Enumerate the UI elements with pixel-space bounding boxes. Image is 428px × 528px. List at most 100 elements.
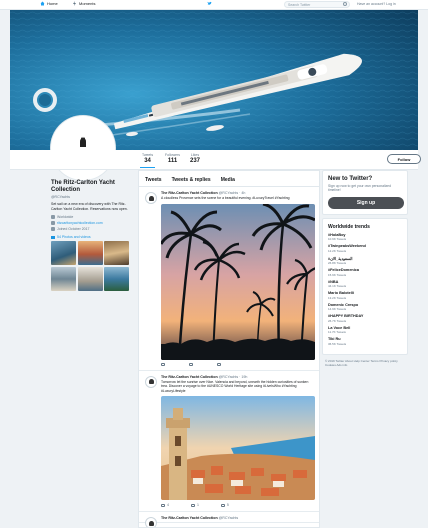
- reply-count: 4: [167, 503, 169, 507]
- stat-value: 111: [167, 158, 178, 164]
- reply-button[interactable]: 4: [161, 503, 169, 507]
- tweet-item[interactable]: The Ritz-Carlton Yacht Collection @RCYac…: [139, 512, 319, 527]
- signup-subtitle: Sign up now to get your own personalized…: [328, 184, 391, 193]
- signup-card: New to Twitter? Sign up now to get your …: [322, 170, 408, 215]
- right-sidebar: New to Twitter? Sign up now to get your …: [322, 170, 408, 367]
- tweet-time[interactable]: · 19h: [239, 375, 247, 379]
- stat-value: 34: [144, 158, 151, 164]
- tweet-actions: 4 1 5: [161, 500, 313, 509]
- stat-likes[interactable]: Likes 237: [190, 153, 200, 164]
- tweet-author-handle[interactable]: @RCYachts: [219, 516, 239, 520]
- link-icon: [51, 221, 55, 225]
- footer-links[interactable]: © 2019 Twitter About Help Center Terms P…: [322, 359, 408, 367]
- trend-tag: #السعودية_الان: [328, 256, 353, 261]
- bird-icon: [207, 1, 212, 5]
- profile-avatar[interactable]: THE RITZ-CARLTON YACHT COLLECTION: [51, 116, 115, 180]
- retweet-button[interactable]: [189, 362, 195, 366]
- trend-tag: Mario Balotelli: [328, 291, 354, 296]
- tweet-author-handle[interactable]: @RCYachts: [219, 191, 239, 195]
- trend-tag: Domenic Crespo: [328, 302, 359, 307]
- signup-title: New to Twitter?: [328, 176, 373, 182]
- trend-item[interactable]: #NBA 44.1K Tweets: [328, 280, 402, 289]
- calendar-icon: [51, 227, 55, 231]
- profile-bio: Set sail on a new era of discovery with …: [51, 202, 128, 211]
- profile-name[interactable]: The Ritz-Carlton Yacht Collection: [51, 180, 133, 194]
- trend-item[interactable]: Tiki Ru 36.5K Tweets: [328, 337, 402, 346]
- tweet-avatar[interactable]: [145, 192, 157, 204]
- tweet-avatar[interactable]: [145, 517, 157, 527]
- media-grid: [51, 241, 133, 291]
- heart-icon: [217, 362, 221, 366]
- lion-crest-icon: [148, 379, 154, 384]
- trends-title: Worldwide trends: [328, 223, 370, 230]
- lightning-icon: [73, 1, 76, 6]
- trend-count: 11.7K Tweets: [328, 330, 346, 335]
- top-navigation: Home Moments Search Twitter Have an acco…: [0, 0, 428, 10]
- trend-item[interactable]: #FeliceDomenica 15.9K Tweets: [328, 268, 402, 277]
- stat-label: Followers: [165, 153, 180, 157]
- trend-item[interactable]: Domenic Crespo 14.9K Tweets: [328, 303, 402, 312]
- trend-tag: Tiki Ru: [328, 337, 341, 342]
- media-thumb[interactable]: [104, 266, 129, 291]
- tweet-text: Tomorrow let the sunrise over Nice. Vale…: [161, 379, 309, 393]
- search-icon[interactable]: [343, 2, 347, 6]
- tweet-author-name[interactable]: The Ritz-Carlton Yacht Collection: [161, 516, 218, 520]
- retweet-count: 1: [196, 503, 199, 507]
- tab-media[interactable]: Media: [221, 177, 235, 183]
- media-thumb[interactable]: [51, 266, 76, 291]
- tweet-avatar[interactable]: [145, 375, 157, 388]
- tab-tweets-replies[interactable]: Tweets & replies: [172, 177, 211, 183]
- tweet-author-name[interactable]: The Ritz-Carlton Yacht Collection: [161, 191, 218, 195]
- photos-videos-link[interactable]: 54 Photos and videos: [51, 235, 133, 239]
- trend-tag: #HAPPY BIRTHDAY: [328, 314, 364, 319]
- reply-icon: [161, 362, 165, 366]
- media-thumb[interactable]: [104, 241, 129, 265]
- stat-tweets[interactable]: Tweets 34: [139, 153, 156, 168]
- tweet-photo-palm-sunset[interactable]: [161, 203, 315, 360]
- tweet-photo-coastal-town[interactable]: [161, 396, 315, 500]
- twitter-logo[interactable]: [207, 1, 212, 6]
- trend-item[interactable]: #HolaBoy 10.9K Tweets: [328, 233, 402, 242]
- nav-moments-label: Moments: [79, 1, 96, 6]
- tweet-item[interactable]: The Ritz-Carlton Yacht Collection @RCYac…: [139, 371, 319, 512]
- like-button[interactable]: 5: [220, 503, 229, 507]
- trend-tag: #TwinpeaksWeekend: [328, 244, 366, 249]
- signup-button[interactable]: Sign up: [328, 196, 404, 209]
- tweet-author-handle[interactable]: @RCYachts: [219, 375, 239, 379]
- media-thumb[interactable]: [77, 241, 103, 265]
- tweet-timeline: Tweets Tweets & replies Media The Ritz-C…: [138, 170, 320, 528]
- login-link[interactable]: Have an account? Log in: [357, 2, 396, 6]
- profile-card: The Ritz-Carlton Yacht Collection @RCYac…: [51, 180, 133, 291]
- profile-meta: Worldwide ritzcarltonyachtcollection.com…: [51, 214, 133, 232]
- tweet-author-name[interactable]: The Ritz-Carlton Yacht Collection: [161, 375, 218, 379]
- profile-joined: Joined October 2017: [51, 226, 133, 232]
- home-icon: [40, 1, 45, 6]
- trend-item[interactable]: Mario Balotelli 13.2K Tweets: [328, 291, 402, 300]
- trend-item[interactable]: #HAPPY BIRTHDAY 26.7K Tweets: [328, 314, 402, 323]
- trend-item[interactable]: La Voce Bell 11.7K Tweets: [328, 326, 402, 335]
- location-icon: [51, 215, 55, 219]
- trend-count: 44.1K Tweets: [328, 284, 347, 289]
- like-count: 5: [226, 503, 229, 507]
- tweet-item[interactable]: The Ritz-Carlton Yacht Collection @RCYac…: [139, 187, 319, 371]
- retweet-button[interactable]: 1: [190, 503, 199, 507]
- stat-followers[interactable]: Followers 111: [165, 153, 180, 164]
- stat-label: Likes: [190, 153, 200, 157]
- tab-tweets[interactable]: Tweets: [145, 177, 162, 183]
- nav-moments[interactable]: Moments: [72, 1, 95, 6]
- profile-handle[interactable]: @RCYachts: [51, 195, 133, 199]
- follow-button[interactable]: Follow: [387, 154, 421, 164]
- trend-item[interactable]: #TwinpeaksWeekend 12.2K Tweets: [328, 244, 402, 253]
- lion-crest-icon: [148, 195, 154, 201]
- media-thumb[interactable]: [51, 241, 76, 265]
- search-input[interactable]: Search Twitter: [284, 1, 350, 8]
- lion-crest-icon: [148, 520, 154, 526]
- tweet-time[interactable]: · 4h: [239, 191, 245, 195]
- media-thumb[interactable]: [77, 266, 103, 291]
- like-button[interactable]: [217, 362, 223, 366]
- retweet-icon: [189, 362, 193, 366]
- reply-button[interactable]: [161, 362, 167, 366]
- trends-card: Worldwide trends #HolaBoy 10.9K Tweets #T…: [322, 217, 408, 355]
- nav-home[interactable]: Home: [40, 1, 58, 6]
- trend-item[interactable]: #السعودية_الان 26.8K Tweets: [328, 256, 402, 266]
